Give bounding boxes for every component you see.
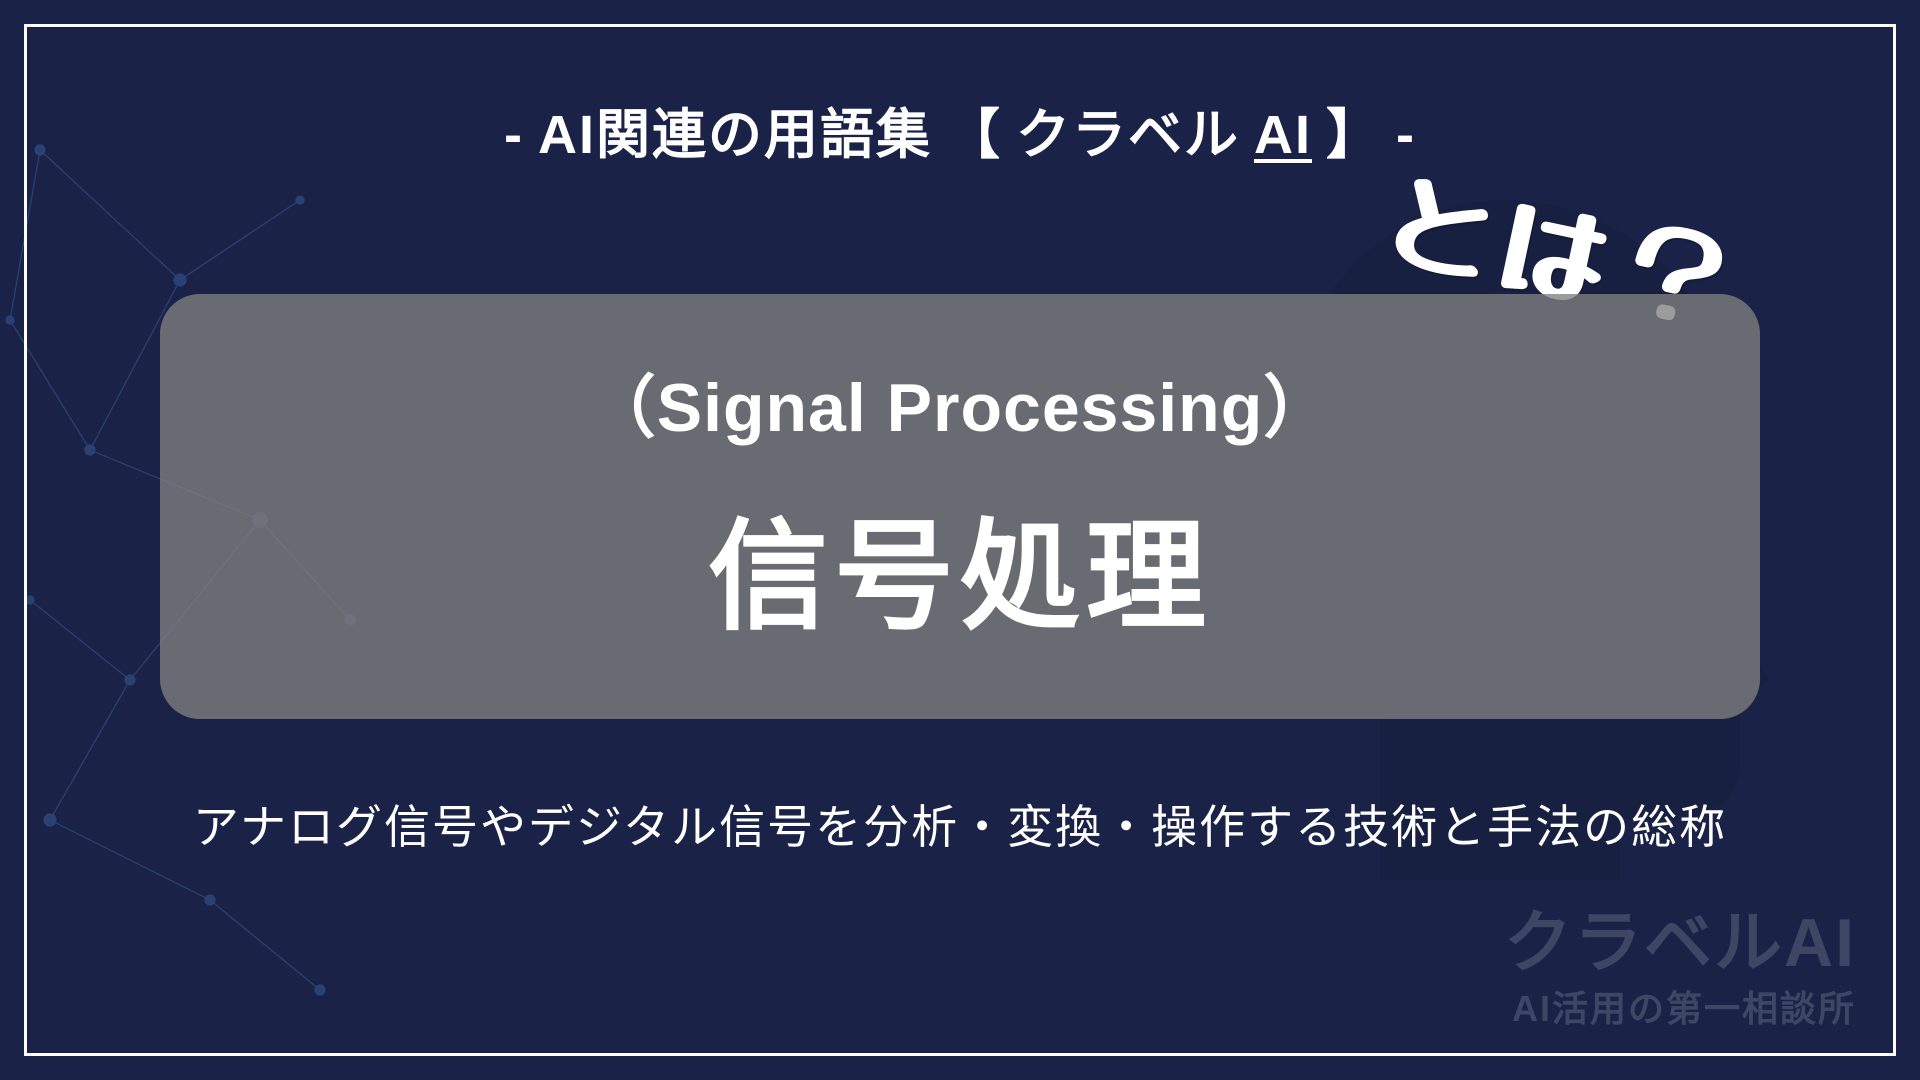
header-bracket-close: 】 (1326, 90, 1382, 169)
header-brand-ai: AI (1254, 104, 1312, 166)
term-box: （Signal Processing） 信号処理 (160, 294, 1760, 719)
header-line: - AI関連の用語集 【 クラベル AI 】 - (504, 90, 1416, 169)
brand-sub: AI活用の第一相談所 (1504, 980, 1856, 1032)
japanese-term: 信号処理 (200, 479, 1720, 653)
header-prefix: - (504, 104, 524, 166)
term-description: アナログ信号やデジタル信号を分析・変換・操作する技術と手法の総称 (193, 791, 1727, 857)
header-text-before: AI関連の用語集 (538, 90, 932, 169)
english-term: （Signal Processing） (200, 352, 1720, 451)
header-brand-text: クラベル (1016, 90, 1240, 169)
term-box-wrapper: とは？ （Signal Processing） 信号処理 (160, 294, 1760, 719)
header-bracket-open: 【 (946, 90, 1002, 169)
brand-main: クラベルAI (1504, 887, 1856, 986)
brand-corner: クラベルAI AI活用の第一相談所 (1504, 887, 1856, 1032)
